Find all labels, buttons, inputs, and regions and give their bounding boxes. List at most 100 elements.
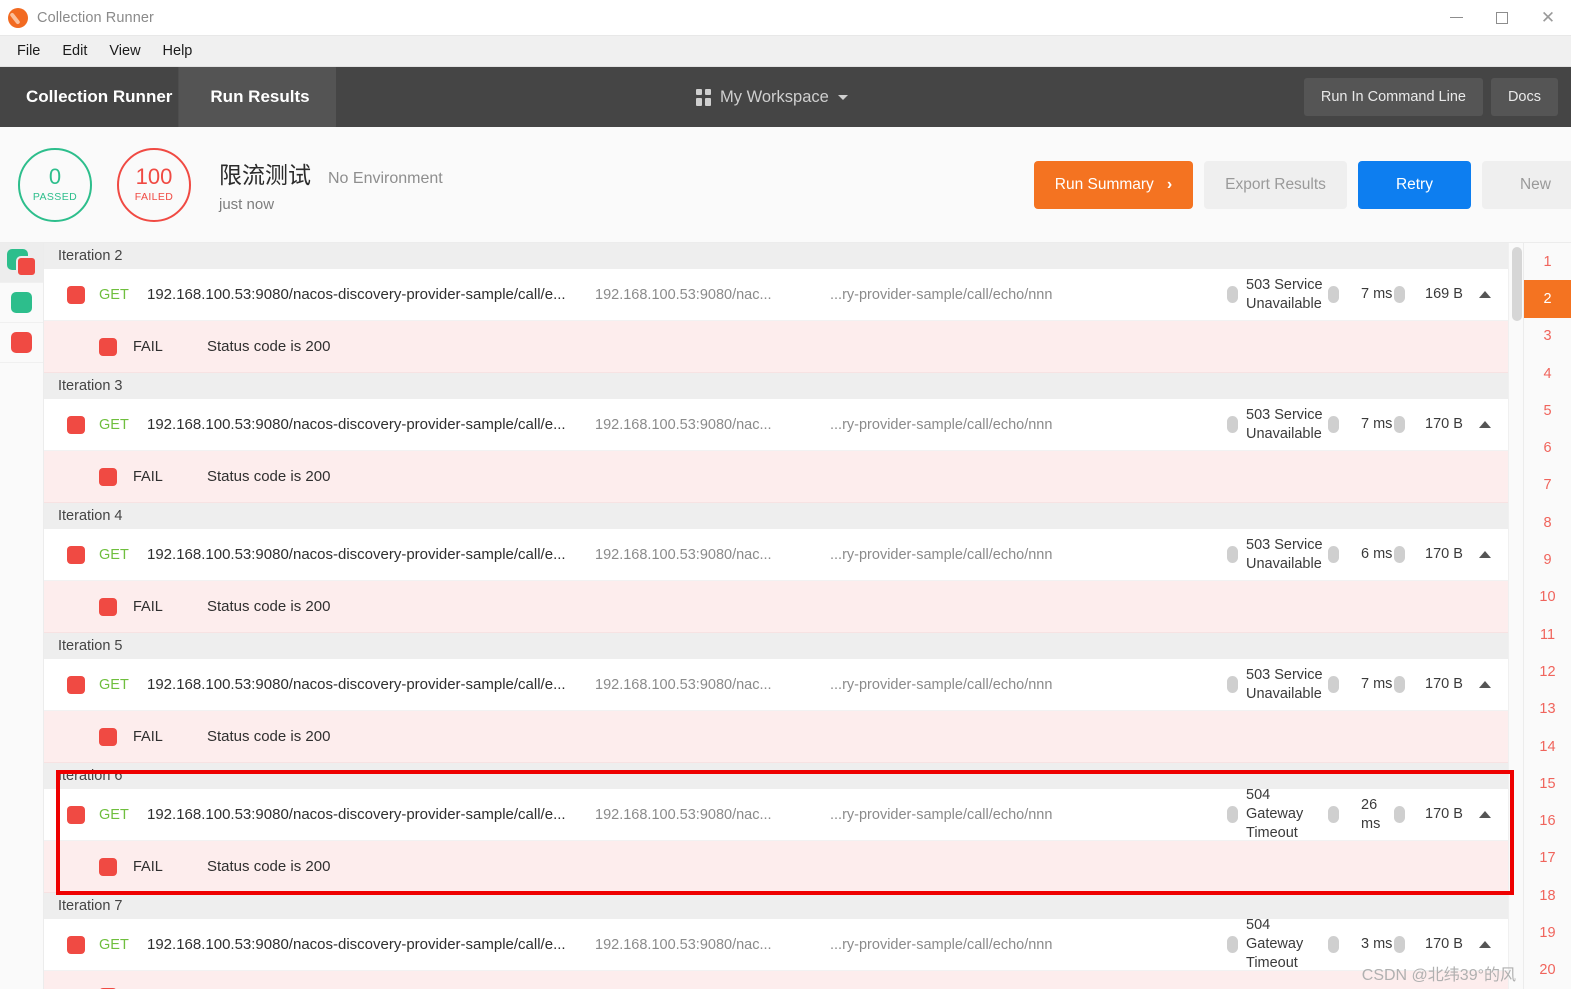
run-timestamp: just now xyxy=(219,196,275,213)
time-pill-icon xyxy=(1328,546,1339,563)
iteration-index-14[interactable]: 14 xyxy=(1524,728,1571,765)
iteration-index-1[interactable]: 1 xyxy=(1524,243,1571,280)
response-status: 504 Gateway Timeout xyxy=(1246,917,1304,971)
run-summary-button[interactable]: Run Summary › xyxy=(1033,160,1194,209)
export-results-button[interactable]: Export Results xyxy=(1204,160,1347,209)
run-in-command-line-button[interactable]: Run In Command Line xyxy=(1303,78,1483,116)
iteration-index-7[interactable]: 7 xyxy=(1524,467,1571,504)
iteration-index-19[interactable]: 19 xyxy=(1524,914,1571,951)
collapse-caret-icon[interactable] xyxy=(1479,551,1491,558)
fail-badge xyxy=(99,467,117,486)
collapse-caret-icon[interactable] xyxy=(1479,811,1491,818)
time-pill-icon xyxy=(1328,936,1339,953)
all-results-filter[interactable] xyxy=(0,243,43,283)
collapse-caret-icon[interactable] xyxy=(1479,681,1491,688)
collection-runner-window: Collection Runner ✕ File Edit View Help … xyxy=(0,0,1571,994)
iteration-index-11[interactable]: 11 xyxy=(1524,616,1571,653)
menu-view[interactable]: View xyxy=(98,40,151,62)
iteration-index-3[interactable]: 3 xyxy=(1524,318,1571,355)
iteration-index-10[interactable]: 10 xyxy=(1524,579,1571,616)
iteration-index-9[interactable]: 9 xyxy=(1524,541,1571,578)
collapse-caret-icon[interactable] xyxy=(1479,421,1491,428)
breadcrumb-run-results[interactable]: Run Results xyxy=(178,67,357,127)
test-name: Status code is 200 xyxy=(207,858,331,875)
collapse-caret-icon[interactable] xyxy=(1479,291,1491,298)
response-status: 503 Service Unavailable xyxy=(1246,536,1323,572)
postman-logo-icon xyxy=(8,7,28,28)
breadcrumb-collection-runner[interactable]: Collection Runner xyxy=(0,67,200,127)
list-item[interactable]: FAIL Status code is 200 xyxy=(44,711,1523,763)
status-pill-icon xyxy=(1227,806,1238,823)
iteration-list[interactable]: Iteration 2 GET 192.168.100.53:9080/naco… xyxy=(44,243,1523,989)
menu-help[interactable]: Help xyxy=(152,40,204,62)
request-method: GET xyxy=(99,676,129,693)
table-row[interactable]: GET 192.168.100.53:9080/nacos-discovery-… xyxy=(44,529,1523,581)
iteration-index-20[interactable]: 20 xyxy=(1524,952,1571,989)
close-icon[interactable]: ✕ xyxy=(1525,0,1571,36)
iteration-index-15[interactable]: 15 xyxy=(1524,765,1571,802)
retry-button[interactable]: Retry xyxy=(1357,160,1471,209)
run-summary-header: 0 PASSED 100 FAILED 限流测试 No Environment … xyxy=(0,127,1571,243)
iteration-index-6[interactable]: 6 xyxy=(1524,429,1571,466)
list-item[interactable]: FAIL Status code is 200 xyxy=(44,841,1523,893)
test-name: Status code is 200 xyxy=(207,728,331,745)
iteration-index-12[interactable]: 12 xyxy=(1524,653,1571,690)
grid-icon xyxy=(696,88,711,106)
request-name: 192.168.100.53:9080/nacos-discovery-prov… xyxy=(147,676,566,693)
iteration-index-4[interactable]: 4 xyxy=(1524,355,1571,392)
failed-count: 100 xyxy=(135,164,173,189)
iteration-index-16[interactable]: 16 xyxy=(1524,802,1571,839)
passed-label: PASSED xyxy=(32,191,78,203)
request-path: ...ry-provider-sample/call/echo/nnn xyxy=(830,806,1053,823)
iteration-index-8[interactable]: 8 xyxy=(1524,504,1571,541)
iteration-index-17[interactable]: 17 xyxy=(1524,840,1571,877)
request-url: 192.168.100.53:9080/nac... xyxy=(595,546,772,563)
request-url: 192.168.100.53:9080/nac... xyxy=(595,936,772,953)
iteration-index-13[interactable]: 13 xyxy=(1524,691,1571,728)
request-meta: 503 Service Unavailable 7 ms 170 B xyxy=(1227,666,1523,704)
time-pill-icon xyxy=(1328,806,1339,823)
iteration-index-2[interactable]: 2 xyxy=(1524,280,1571,318)
iteration-index-18[interactable]: 18 xyxy=(1524,877,1571,914)
response-time: 6 ms xyxy=(1361,546,1393,562)
new-run-button[interactable]: New xyxy=(1481,160,1571,209)
list-item[interactable]: FAIL Status code is 200 xyxy=(44,451,1523,503)
table-row[interactable]: GET 192.168.100.53:9080/nacos-discovery-… xyxy=(44,917,1523,971)
list-item[interactable]: FAIL Status code is 200 xyxy=(44,971,1523,989)
vertical-scrollbar[interactable] xyxy=(1508,243,1523,989)
list-item[interactable]: FAIL Status code is 200 xyxy=(44,321,1523,373)
collapse-caret-icon[interactable] xyxy=(1479,941,1491,948)
menu-file[interactable]: File xyxy=(6,40,51,62)
maximize-icon[interactable] xyxy=(1479,0,1525,36)
failed-filter[interactable] xyxy=(0,323,43,363)
test-result-label: FAIL xyxy=(133,598,163,615)
collection-name: 限流测试 xyxy=(219,162,311,188)
iteration-index-5[interactable]: 5 xyxy=(1524,392,1571,429)
test-name: Status code is 200 xyxy=(207,598,331,615)
test-result-label: FAIL xyxy=(133,728,163,745)
environment-name: No Environment xyxy=(328,170,443,187)
table-row[interactable]: GET 192.168.100.53:9080/nacos-discovery-… xyxy=(44,399,1523,451)
scrollbar-thumb[interactable] xyxy=(1512,247,1522,321)
table-row[interactable]: GET 192.168.100.53:9080/nacos-discovery-… xyxy=(44,787,1523,841)
iteration-header: Iteration 5 xyxy=(44,633,1523,659)
chevron-right-icon: › xyxy=(1166,175,1173,193)
response-size: 170 B xyxy=(1425,676,1463,692)
response-status: 503 Service Unavailable xyxy=(1246,666,1323,702)
fail-badge xyxy=(99,337,117,356)
table-row[interactable]: GET 192.168.100.53:9080/nacos-discovery-… xyxy=(44,269,1523,321)
response-status: 503 Service Unavailable xyxy=(1246,276,1323,312)
minimize-icon[interactable] xyxy=(1433,0,1479,36)
menu-edit[interactable]: Edit xyxy=(51,40,98,62)
docs-button[interactable]: Docs xyxy=(1490,78,1558,116)
request-url: 192.168.100.53:9080/nac... xyxy=(595,676,772,693)
passed-filter[interactable] xyxy=(0,283,43,323)
status-badge xyxy=(67,805,85,824)
list-item[interactable]: FAIL Status code is 200 xyxy=(44,581,1523,633)
status-badge xyxy=(67,285,85,304)
test-name: Status code is 200 xyxy=(207,468,331,485)
table-row[interactable]: GET 192.168.100.53:9080/nacos-discovery-… xyxy=(44,659,1523,711)
response-size: 170 B xyxy=(1425,936,1463,952)
workspace-selector[interactable]: My Workspace xyxy=(696,67,848,127)
window-title: Collection Runner xyxy=(37,9,154,26)
